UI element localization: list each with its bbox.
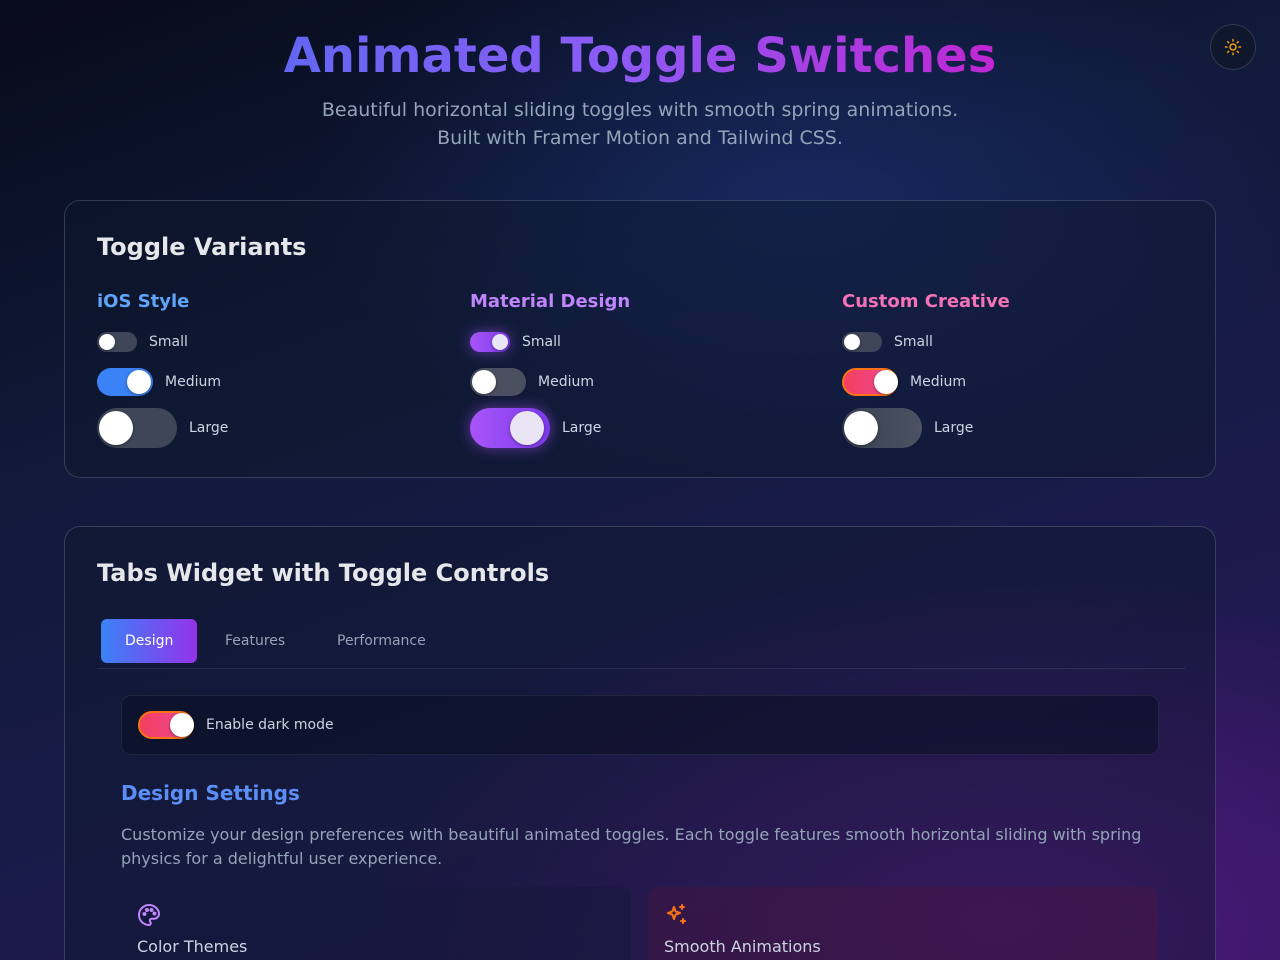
material-medium-toggle[interactable] (470, 368, 526, 396)
ios-style-heading: iOS Style (97, 291, 190, 312)
toggle-knob (510, 411, 544, 445)
toggle-knob (99, 334, 115, 350)
material-medium-row: Medium (470, 368, 810, 396)
toggle-knob (99, 411, 133, 445)
ios-large-label: Large (189, 420, 229, 436)
material-small-toggle[interactable] (470, 332, 510, 352)
material-small-row: Small (470, 332, 810, 352)
custom-small-label: Small (894, 334, 933, 350)
ios-small-toggle[interactable] (97, 332, 137, 352)
custom-large-toggle[interactable] (842, 408, 922, 448)
dark-mode-label: Enable dark mode (206, 717, 334, 733)
ios-large-row: Large (97, 408, 437, 448)
feature-name: Color Themes (137, 937, 248, 956)
page-title: Animated Toggle Switches (283, 28, 997, 84)
design-settings-title: Design Settings (121, 781, 300, 805)
material-large-row: Large (470, 408, 810, 448)
custom-medium-toggle[interactable] (842, 368, 898, 396)
custom-medium-label: Medium (910, 374, 966, 390)
tabs-widget-title: Tabs Widget with Toggle Controls (97, 559, 550, 587)
tab-features[interactable]: Features (201, 619, 309, 663)
dark-mode-panel: Enable dark mode (121, 695, 1159, 755)
toggle-variants-title: Toggle Variants (97, 233, 307, 261)
custom-large-label: Large (934, 420, 974, 436)
custom-small-row: Small (842, 332, 1182, 352)
toggle-knob (492, 334, 508, 350)
dark-mode-toggle[interactable] (138, 711, 194, 739)
ios-large-toggle[interactable] (97, 408, 177, 448)
tab-design[interactable]: Design (101, 619, 198, 663)
ios-small-row: Small (97, 332, 437, 352)
custom-large-row: Large (842, 408, 1182, 448)
custom-creative-heading: Custom Creative (842, 291, 1010, 312)
material-medium-label: Medium (538, 374, 594, 390)
material-design-heading: Material Design (470, 291, 631, 312)
feature-card-smooth-animations: Smooth Animations (648, 887, 1158, 960)
ios-medium-label: Medium (165, 374, 221, 390)
sparkles-icon (667, 904, 686, 924)
toggle-knob (874, 370, 898, 394)
subtitle-line-2: Built with Framer Motion and Tailwind CS… (437, 127, 843, 149)
page-header: Animated Toggle Switches Beautiful horiz… (0, 28, 1280, 152)
toggle-knob (844, 411, 878, 445)
toggle-variants-card: Toggle Variants iOS Style Small Medium L… (64, 200, 1216, 478)
design-settings-description: Customize your design preferences with b… (121, 825, 1142, 868)
tab-bar: Design Features Performance (97, 619, 1185, 669)
palette-icon (138, 904, 160, 926)
tabs-widget-card: Tabs Widget with Toggle Controls Design … (64, 526, 1216, 960)
feature-card-color-themes: Color Themes (121, 887, 631, 960)
page-subtitle: Beautiful horizontal sliding toggles wit… (0, 96, 1280, 152)
ios-medium-toggle[interactable] (97, 368, 153, 396)
custom-small-toggle[interactable] (842, 332, 882, 352)
toggle-knob (472, 370, 496, 394)
custom-medium-row: Medium (842, 368, 1182, 396)
ios-small-label: Small (149, 334, 188, 350)
material-design-group: Material Design Small Medium Large (470, 291, 810, 448)
subtitle-line-1: Beautiful horizontal sliding toggles wit… (321, 99, 959, 121)
custom-creative-group: Custom Creative Small Medium Large (842, 291, 1182, 448)
toggle-knob (127, 370, 151, 394)
tab-performance[interactable]: Performance (313, 619, 450, 663)
toggle-knob (844, 334, 860, 350)
ios-medium-row: Medium (97, 368, 437, 396)
material-large-toggle[interactable] (470, 408, 550, 448)
toggle-knob (170, 713, 194, 737)
material-large-label: Large (562, 420, 602, 436)
material-small-label: Small (522, 334, 561, 350)
feature-name: Smooth Animations (664, 937, 821, 956)
ios-style-group: iOS Style Small Medium Large (97, 291, 437, 448)
